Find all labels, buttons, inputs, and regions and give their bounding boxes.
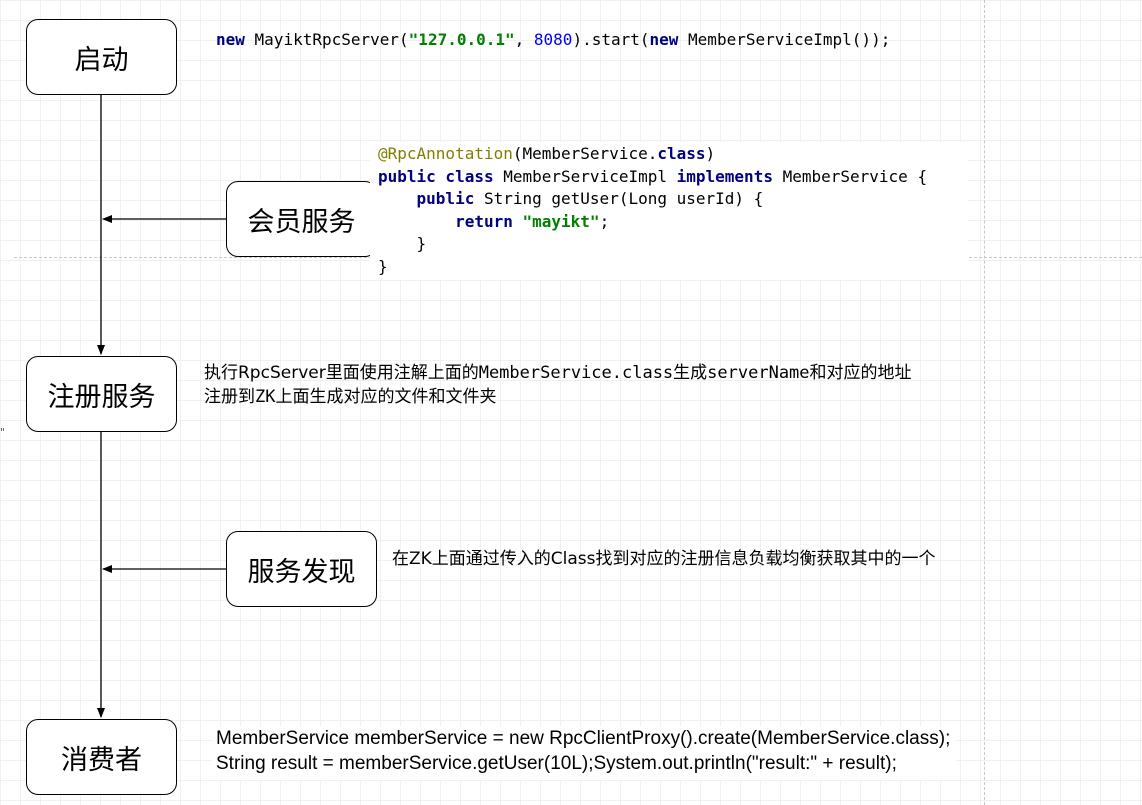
code-keyword: return xyxy=(455,211,513,231)
node-discover[interactable]: 服务发现 xyxy=(226,531,377,607)
code-annotation: @RpcAnnotation xyxy=(378,144,513,163)
consumer-code: MemberService memberService = new RpcCli… xyxy=(212,726,957,780)
desc-text: 和对应的地址 xyxy=(809,363,912,383)
code-text: MemberServiceImpl xyxy=(493,166,677,186)
code-number: 8080 xyxy=(533,30,573,49)
node-member-service[interactable]: 会员服务 xyxy=(226,181,377,257)
node-discover-label: 服务发现 xyxy=(247,556,356,588)
code-start-server: new MayiktRpcServer("127.0.0.1", 8080).s… xyxy=(216,29,890,52)
consumer-code-line-2: String result = memberService.getUser(10… xyxy=(216,753,897,774)
code-text: String getUser(Long userId) { xyxy=(474,189,764,208)
desc-code: serverName xyxy=(707,363,810,383)
code-text: } xyxy=(378,256,388,276)
node-register[interactable]: 注册服务 xyxy=(26,356,177,432)
desc-text: 生成 xyxy=(673,363,708,383)
code-keyword: implements xyxy=(676,166,773,186)
code-text: ) xyxy=(705,144,716,163)
desc-text: 上面生成对应的文件和文件夹 xyxy=(275,387,497,407)
desc-text: 执行RpcServer里面使用注解上面的 xyxy=(204,363,479,383)
code-member-service-impl: @RpcAnnotation(MemberService.class) publ… xyxy=(370,142,968,280)
code-keyword: new xyxy=(216,30,245,49)
code-string: "127.0.0.1" xyxy=(408,30,515,49)
desc-text: 注册到 xyxy=(204,387,255,407)
code-string: "mayikt" xyxy=(522,211,600,231)
node-consumer-label: 消费者 xyxy=(61,744,142,776)
node-start[interactable]: 启动 xyxy=(26,19,177,95)
code-text: MemberServiceImpl()); xyxy=(678,30,891,49)
node-member-service-label: 会员服务 xyxy=(247,206,356,238)
discover-description: 在ZK上面通过传入的Class找到对应的注册信息负载均衡获取其中的一个 xyxy=(392,549,936,569)
code-text: , xyxy=(514,30,534,49)
code-keyword: public xyxy=(416,189,475,208)
code-text: MemberService { xyxy=(772,166,928,186)
code-text: } xyxy=(378,234,427,253)
consumer-code-line-1: MemberService memberService = new RpcCli… xyxy=(216,728,951,749)
code-text: ; xyxy=(599,211,610,231)
code-text: (MemberService. xyxy=(512,144,658,163)
node-consumer[interactable]: 消费者 xyxy=(26,719,177,795)
code-keyword: class xyxy=(657,144,706,163)
node-register-label: 注册服务 xyxy=(47,381,156,413)
code-keyword: new xyxy=(649,30,679,49)
desc-code: MemberService.class xyxy=(478,363,674,383)
desc-code: ZK xyxy=(255,387,276,407)
node-start-label: 启动 xyxy=(74,44,129,76)
code-text: MayiktRpcServer( xyxy=(244,30,409,49)
register-description: 执行RpcServer里面使用注解上面的MemberService.class生… xyxy=(204,361,912,409)
code-text: ).start( xyxy=(572,30,650,49)
code-keyword: public class xyxy=(378,166,494,186)
